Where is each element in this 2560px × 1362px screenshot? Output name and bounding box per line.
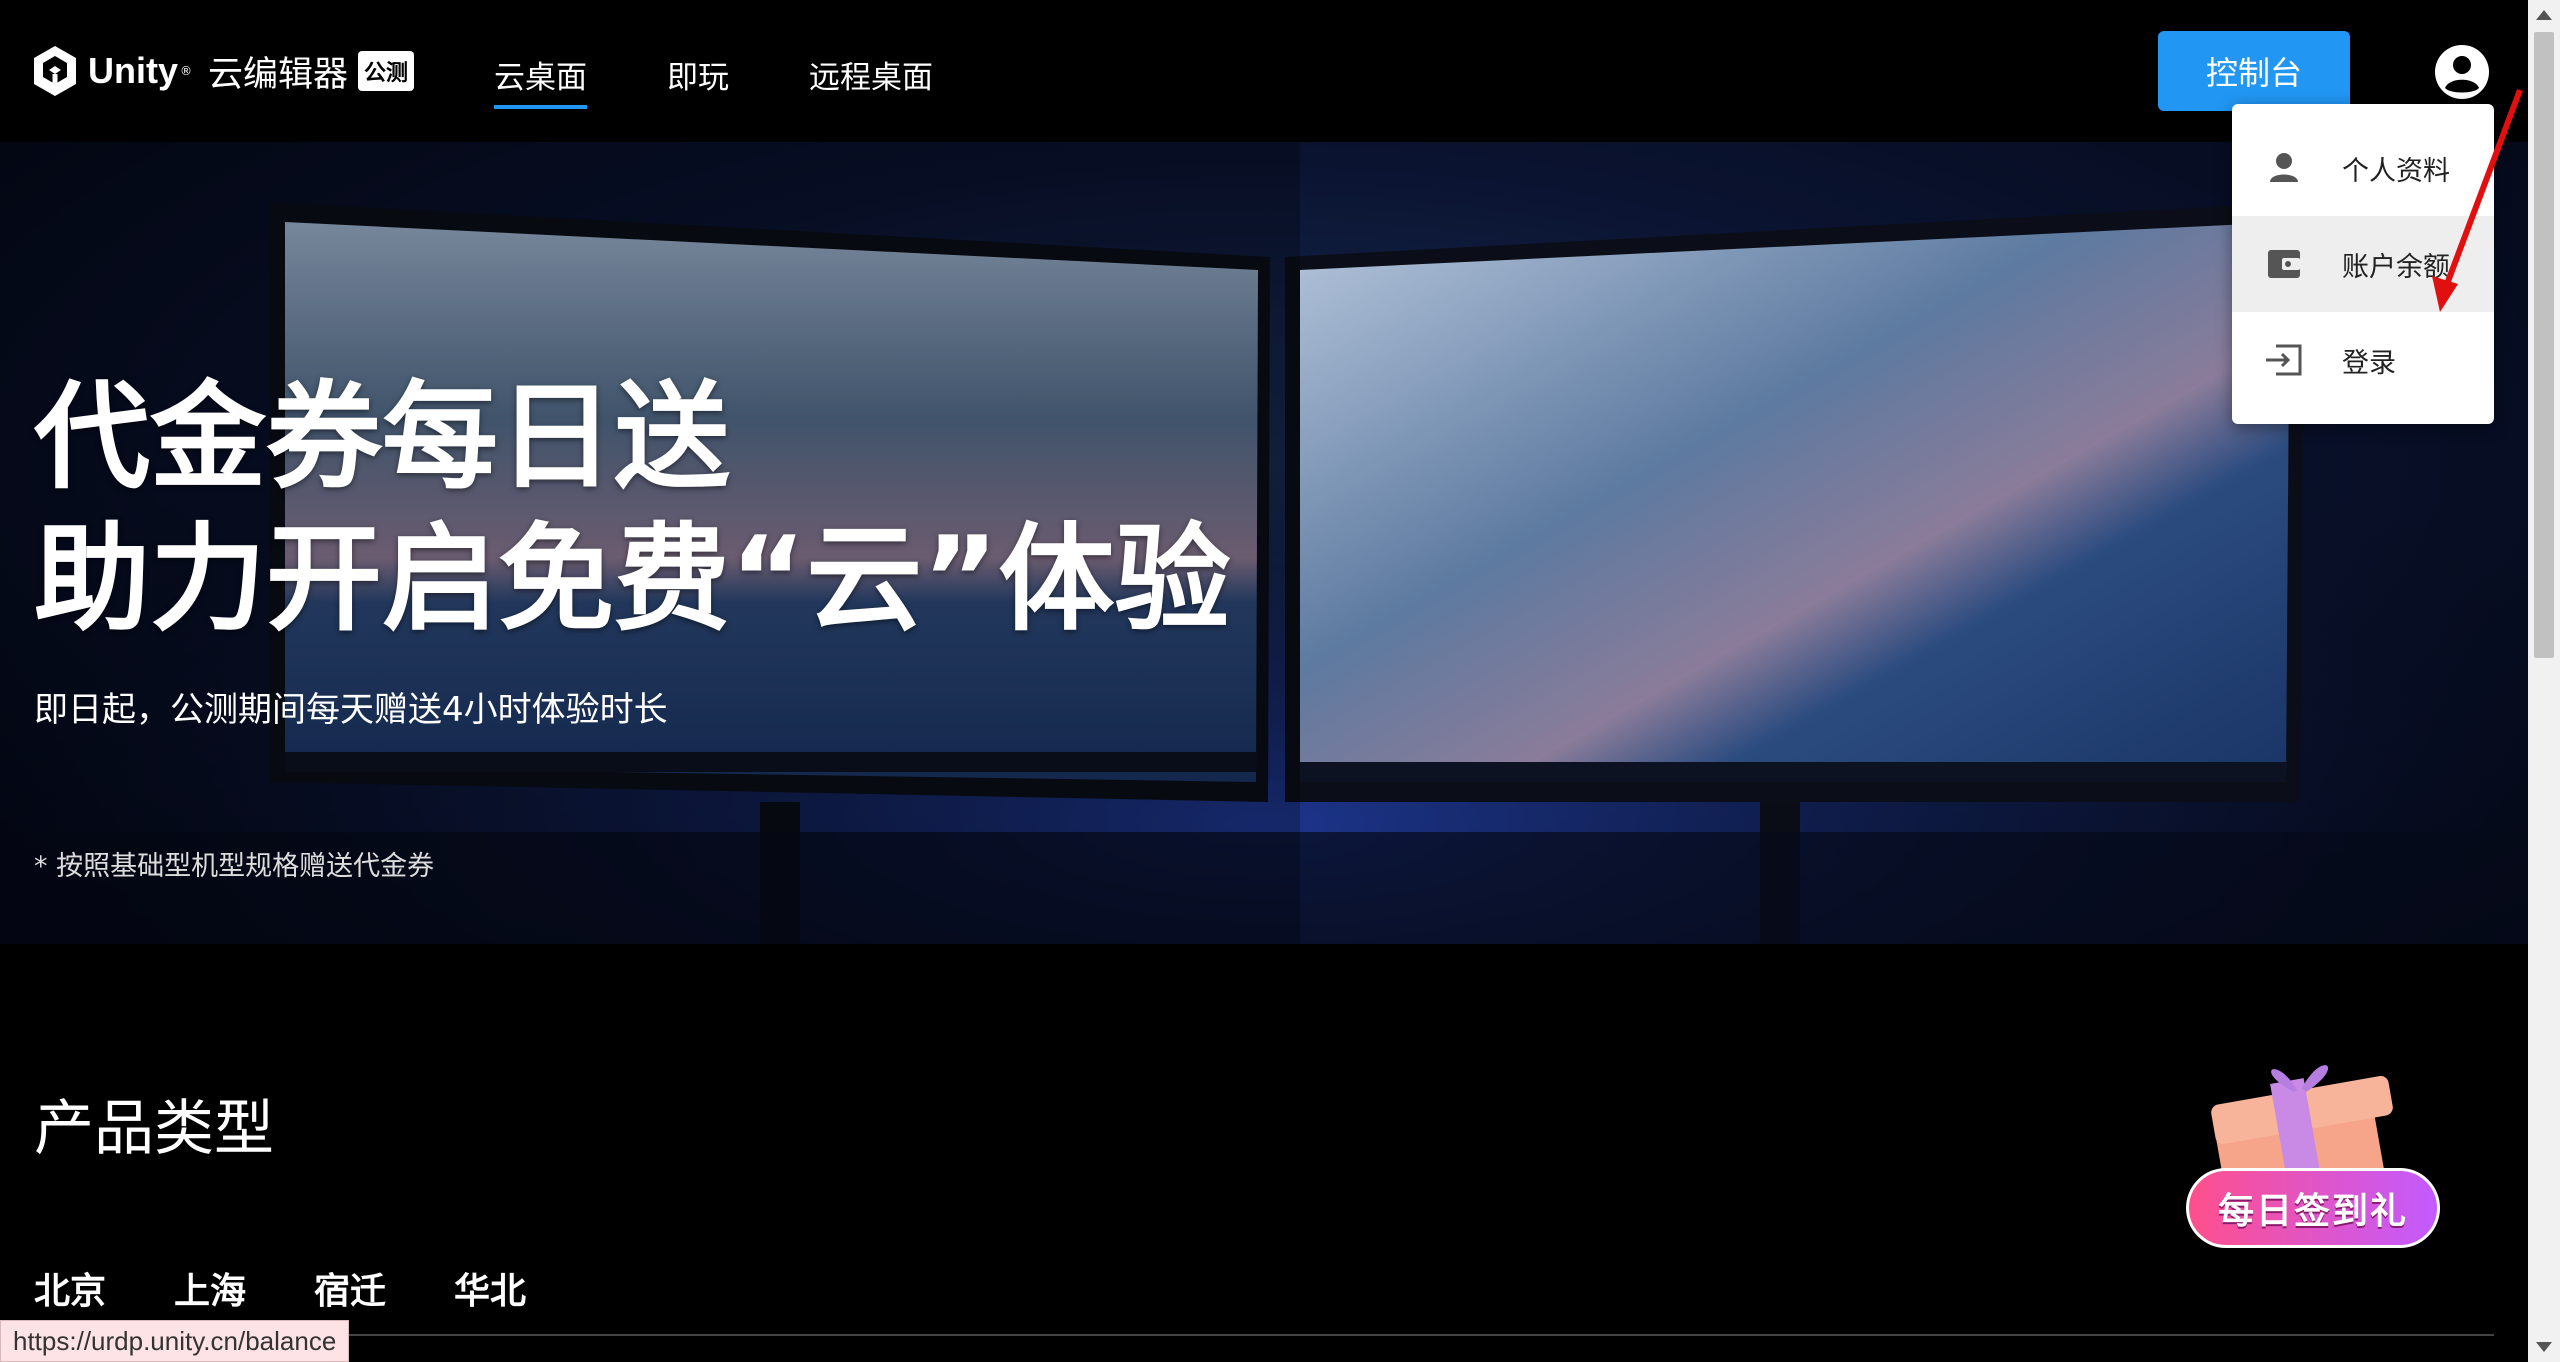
unity-cube-icon — [34, 46, 76, 96]
top-header: Unity ® 云编辑器 公测 云桌面 即玩 远程桌面 控制台 — [0, 0, 2528, 142]
beta-badge: 公测 — [358, 51, 415, 91]
page-scrollbar[interactable] — [2528, 0, 2560, 1362]
hero-title-line-2: 助力开启免费“云”体验 — [34, 512, 1231, 647]
hero-banner: 代金券每日送 助力开启免费“云”体验 即日起，公测期间每天赠送4小时体验时长 *… — [0, 142, 2528, 944]
scroll-up-arrow-icon[interactable] — [2528, 0, 2560, 30]
menu-item-label: 账户余额 — [2342, 251, 2450, 283]
logo-registered-mark: ® — [180, 64, 192, 78]
hero-footnote: * 按照基础型机型规格赠送代金券 — [34, 851, 435, 882]
region-tab-beijing[interactable]: 北京 — [34, 1262, 106, 1314]
region-tab-suqian[interactable]: 宿迁 — [314, 1262, 386, 1314]
region-tab-huabei[interactable]: 华北 — [454, 1262, 526, 1314]
scrollbar-thumb[interactable] — [2534, 32, 2554, 658]
user-menu-dropdown: 个人资料 账户余额 登录 — [2232, 104, 2494, 424]
status-bar-url: https://urdp.unity.cn/balance — [0, 1320, 350, 1362]
nav-remote-desktop[interactable]: 远程桌面 — [809, 52, 933, 109]
hero-title: 代金券每日送 助力开启免费“云”体验 — [34, 367, 1230, 651]
menu-item-profile[interactable]: 个人资料 — [2232, 120, 2494, 216]
person-icon — [2270, 153, 2298, 182]
menu-item-balance[interactable]: 账户余额 — [2232, 216, 2494, 312]
scroll-down-arrow-icon[interactable] — [2528, 1332, 2560, 1362]
region-tabs: 北京 上海 宿迁 华北 — [34, 1262, 594, 1314]
menu-item-label: 登录 — [2342, 347, 2396, 379]
region-tabs-divider — [34, 1334, 2494, 1336]
daily-checkin-button[interactable]: 每日签到礼 — [2186, 1168, 2440, 1248]
wallet-icon — [2268, 250, 2300, 278]
user-circle-icon[interactable] — [2434, 44, 2490, 100]
console-button[interactable]: 控制台 — [2158, 31, 2350, 111]
login-icon — [2266, 344, 2302, 376]
hero-subtitle: 即日起，公测期间每天赠送4小时体验时长 — [34, 690, 668, 730]
region-tab-shanghai[interactable]: 上海 — [174, 1262, 246, 1314]
menu-item-label: 个人资料 — [2342, 155, 2450, 187]
nav-cloud-desktop[interactable]: 云桌面 — [494, 52, 587, 109]
logo-wordmark: Unity — [88, 50, 178, 91]
menu-item-login[interactable]: 登录 — [2232, 312, 2494, 408]
products-section-title: 产品类型 — [34, 1094, 274, 1164]
hero-title-line-1: 代金券每日送 — [34, 370, 730, 505]
product-name: 云编辑器 — [208, 54, 349, 95]
unity-logo[interactable]: Unity ® 云编辑器 公测 — [30, 44, 415, 98]
main-nav: 云桌面 即玩 远程桌面 — [494, 52, 1013, 109]
nav-instant-play[interactable]: 即玩 — [667, 52, 729, 109]
